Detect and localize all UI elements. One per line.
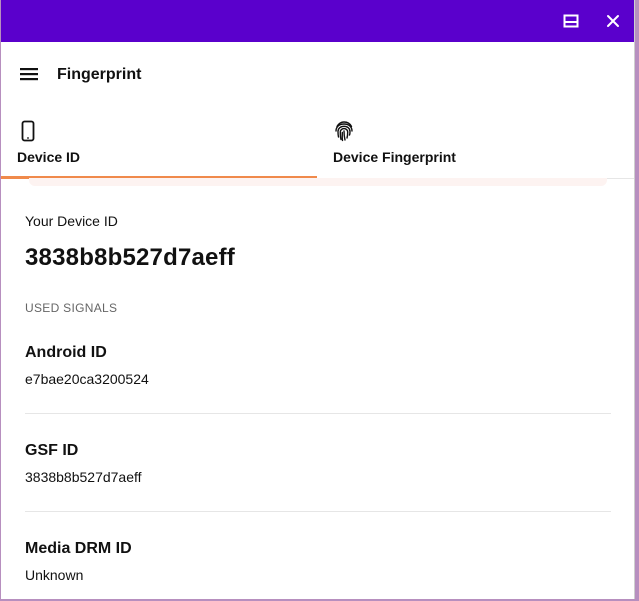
- window-maximize-icon[interactable]: [557, 7, 585, 35]
- app-bar: Fingerprint: [1, 42, 634, 106]
- divider: [25, 511, 611, 512]
- divider: [25, 413, 611, 414]
- tab-device-id[interactable]: Device ID: [1, 106, 317, 179]
- tab-bar: Device ID Device Fingerprint: [1, 106, 634, 179]
- signal-name: Media DRM ID: [25, 540, 132, 557]
- tab-label: Device ID: [17, 149, 81, 165]
- signal-value: Unknown: [25, 567, 84, 583]
- app-title: Fingerprint: [57, 66, 142, 83]
- title-bar: [1, 0, 634, 42]
- phone-icon: [17, 120, 39, 142]
- signal-name: Android ID: [25, 344, 107, 361]
- close-icon[interactable]: [599, 7, 627, 35]
- app-window: Fingerprint Device ID Device Fingerprint…: [1, 0, 635, 599]
- hamburger-menu-icon[interactable]: [15, 60, 43, 88]
- used-signals-heading: USED SIGNALS: [25, 301, 118, 315]
- fingerprint-icon: [333, 120, 355, 142]
- tab-device-fingerprint[interactable]: Device Fingerprint: [317, 106, 633, 178]
- tab-label: Device Fingerprint: [333, 149, 456, 165]
- signal-value: 3838b8b527d7aeff: [25, 469, 142, 485]
- signal-value: e7bae20ca3200524: [25, 371, 149, 387]
- your-device-id-label: Your Device ID: [25, 213, 118, 229]
- signal-name: GSF ID: [25, 442, 79, 459]
- card-shadow-edge: [29, 178, 607, 186]
- device-id-value: 3838b8b527d7aeff: [25, 244, 235, 271]
